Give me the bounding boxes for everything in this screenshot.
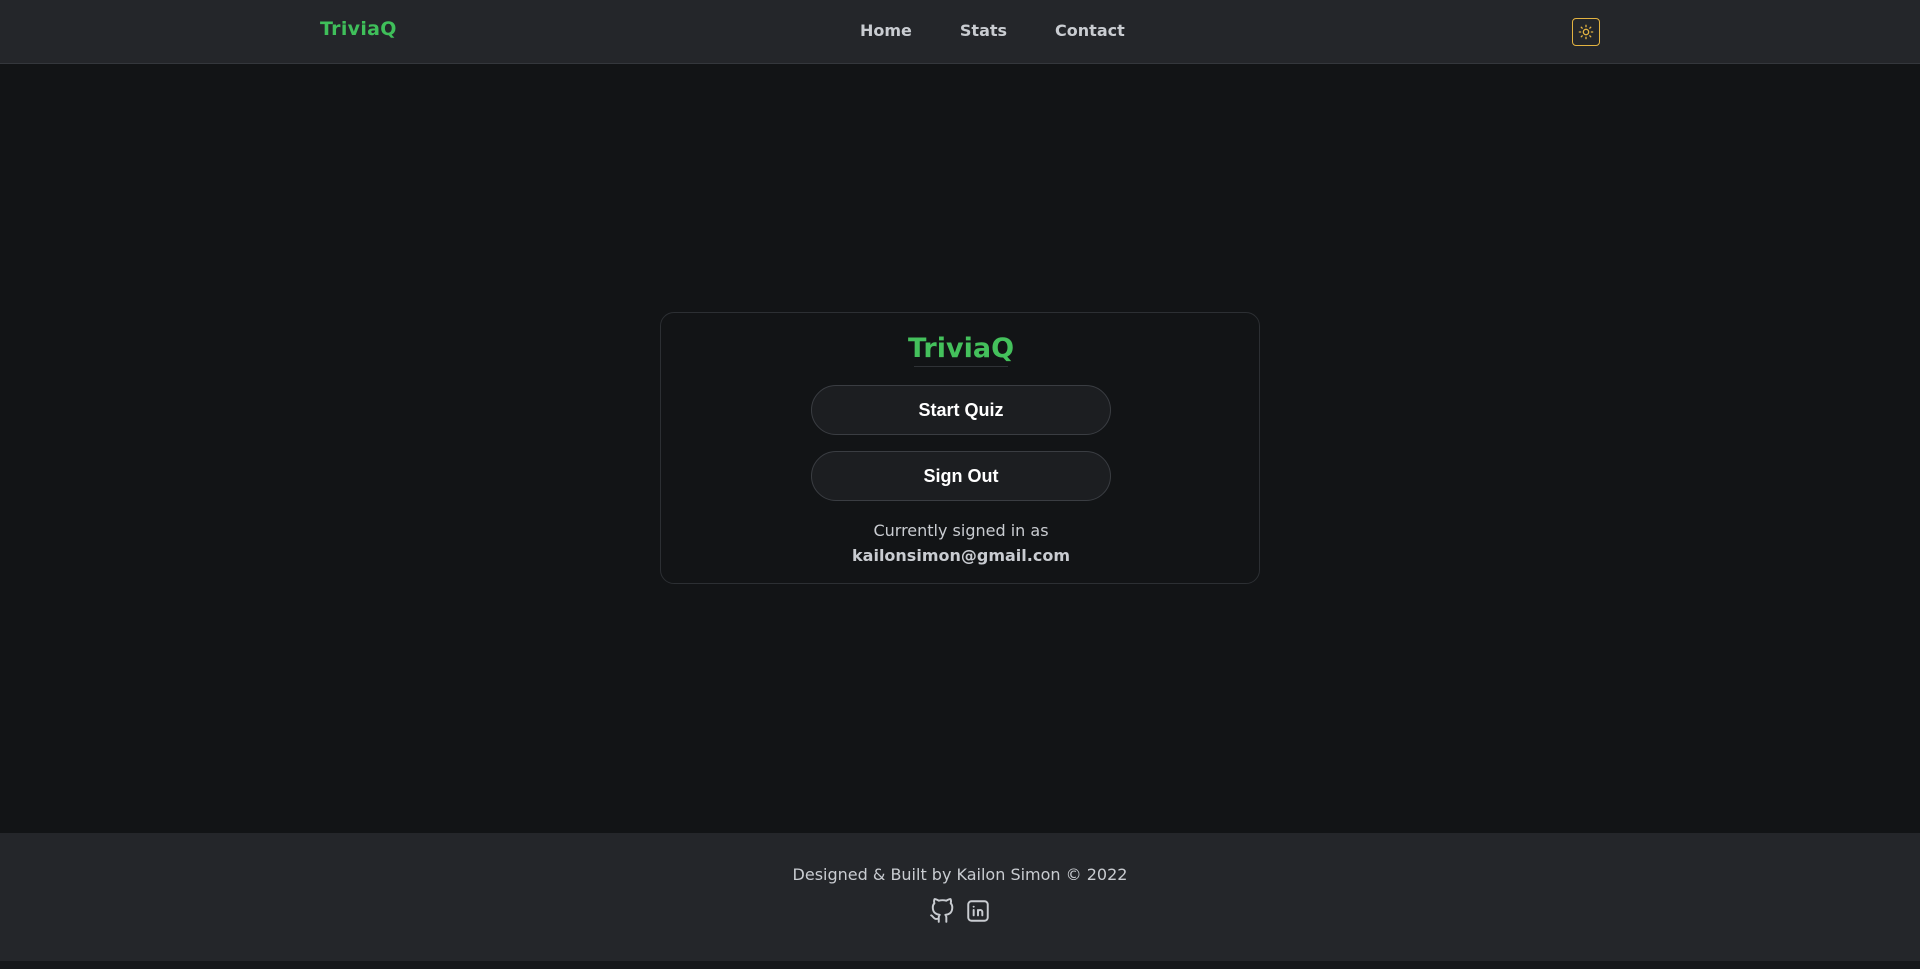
footer-credit: Designed & Built by Kailon Simon © 2022	[792, 865, 1128, 884]
sign-out-button[interactable]: Sign Out	[811, 451, 1111, 501]
footer: Designed & Built by Kailon Simon © 2022	[0, 833, 1920, 961]
nav-link-home[interactable]: Home	[860, 21, 912, 40]
signed-in-email: kailonsimon@gmail.com	[852, 546, 1070, 565]
start-quiz-button[interactable]: Start Quiz	[811, 385, 1111, 435]
quiz-card: TriviaQ Start Quiz Sign Out Currently si…	[660, 312, 1260, 584]
social-links	[928, 897, 992, 925]
top-navbar: TriviaQ Home Stats Contact	[0, 0, 1920, 64]
footer-bottom-strip	[0, 961, 1920, 969]
signed-in-label: Currently signed in as	[873, 521, 1049, 540]
nav-link-contact[interactable]: Contact	[1055, 21, 1125, 40]
theme-toggle-button[interactable]	[1572, 18, 1600, 46]
card-title-text: TriviaQ	[907, 333, 1015, 364]
card-title: TriviaQ	[661, 333, 1261, 367]
linkedin-link[interactable]	[964, 897, 992, 925]
nav-link-stats[interactable]: Stats	[960, 21, 1007, 40]
title-divider	[914, 366, 1008, 367]
main-content: TriviaQ Start Quiz Sign Out Currently si…	[0, 65, 1920, 833]
main-nav: Home Stats Contact	[860, 21, 1125, 40]
sun-icon	[1578, 24, 1594, 40]
brand-logo-link[interactable]: TriviaQ	[320, 18, 397, 40]
linkedin-icon	[967, 900, 989, 922]
github-icon	[930, 898, 954, 923]
github-link[interactable]	[928, 897, 956, 925]
